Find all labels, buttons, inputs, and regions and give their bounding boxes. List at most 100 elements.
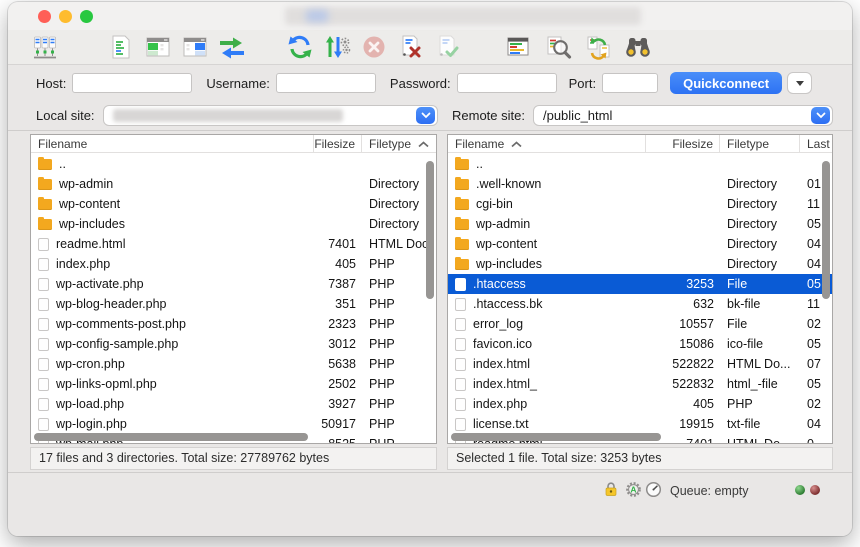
file-row[interactable]: wp-cron.php5638PHP — [31, 354, 436, 374]
folder-icon — [455, 259, 469, 270]
file-icon — [38, 378, 49, 391]
toggle-local-tree-button[interactable] — [141, 32, 175, 62]
file-row[interactable]: wp-adminDirectory — [31, 174, 436, 194]
filetype-text: Directory — [720, 257, 800, 271]
folder-icon — [455, 199, 469, 210]
file-row[interactable]: .htaccess.bk632bk-file11 — [448, 294, 832, 314]
window-title-icon-redacted — [306, 10, 328, 22]
file-row[interactable]: wp-contentDirectory04 — [448, 234, 832, 254]
column-header-filetype[interactable]: Filetype — [362, 135, 436, 152]
file-row[interactable]: index.html522822HTML Do...07 — [448, 354, 832, 374]
file-row[interactable]: index.html_522832html_-file05 — [448, 374, 832, 394]
filetype-text: PHP — [362, 317, 436, 331]
filesize-text: 19915 — [646, 417, 720, 431]
speed-gauge-icon[interactable] — [645, 481, 662, 503]
file-row[interactable]: index.php405PHP02 — [448, 394, 832, 414]
quickconnect-bar: Host: Username: Password: Port: Quickcon… — [8, 65, 852, 101]
file-row[interactable]: wp-activate.php7387PHP — [31, 274, 436, 294]
filesize-text: 351 — [314, 297, 362, 311]
file-icon — [38, 238, 49, 251]
username-label: Username: — [206, 76, 270, 91]
file-row[interactable]: wp-includesDirectory04 — [448, 254, 832, 274]
local-horizontal-scrollbar[interactable] — [34, 433, 308, 441]
zoom-button[interactable] — [80, 10, 93, 23]
quickconnect-dropdown-button[interactable] — [787, 72, 812, 94]
column-header-filename[interactable]: Filename — [31, 135, 314, 152]
column-header-filename[interactable]: Filename — [448, 135, 646, 152]
synchronized-browsing-button[interactable] — [581, 32, 615, 62]
file-row[interactable]: .htaccess3253File05 — [448, 274, 832, 294]
last-modified-text: 02 — [800, 397, 832, 411]
local-vertical-scrollbar[interactable] — [426, 161, 434, 299]
gear-auto-icon[interactable]: A — [625, 481, 642, 503]
activity-indicator-red — [810, 485, 820, 495]
remote-list-header: Filename Filesize Filetype Last modified — [448, 135, 832, 153]
reconnect-button[interactable] — [431, 32, 465, 62]
file-search-button[interactable] — [541, 32, 575, 62]
close-button[interactable] — [38, 10, 51, 23]
search-icon — [545, 34, 572, 61]
file-row[interactable]: wp-blog-header.php351PHP — [31, 294, 436, 314]
filter-icon — [505, 34, 531, 60]
site-manager-button[interactable] — [28, 32, 62, 62]
password-input[interactable] — [457, 73, 557, 93]
remote-vertical-scrollbar[interactable] — [822, 161, 830, 299]
file-row[interactable]: wp-links-opml.php2502PHP — [31, 374, 436, 394]
remote-tree-icon — [182, 34, 208, 60]
file-row[interactable]: wp-load.php3927PHP — [31, 394, 436, 414]
filetype-text: html_-file — [720, 377, 800, 391]
username-input[interactable] — [276, 73, 376, 93]
remote-site-combobox[interactable]: /public_html — [533, 105, 833, 126]
file-icon — [455, 278, 466, 291]
find-files-button[interactable] — [621, 32, 655, 62]
folder-icon — [38, 179, 52, 190]
remote-horizontal-scrollbar[interactable] — [451, 433, 661, 441]
process-queue-button[interactable] — [320, 32, 354, 62]
column-header-last-modified[interactable]: Last modified — [800, 135, 832, 152]
filename-text: wp-comments-post.php — [56, 317, 186, 331]
filename-text: license.txt — [473, 417, 529, 431]
filetype-text: HTML Doc — [362, 237, 436, 251]
file-row[interactable]: wp-comments-post.php2323PHP — [31, 314, 436, 334]
file-row[interactable]: wp-adminDirectory05 — [448, 214, 832, 234]
local-site-combobox[interactable] — [103, 105, 438, 126]
directory-comparison-button[interactable] — [215, 32, 249, 62]
disconnect-button[interactable] — [394, 32, 428, 62]
quickconnect-button[interactable]: Quickconnect — [670, 72, 782, 94]
file-row[interactable]: index.php405PHP — [31, 254, 436, 274]
column-header-filesize[interactable]: Filesize — [314, 135, 362, 152]
file-row[interactable]: error_log10557File02 — [448, 314, 832, 334]
file-row[interactable]: readme.html7401HTML Doc — [31, 234, 436, 254]
file-row[interactable]: wp-login.php50917PHP — [31, 414, 436, 434]
folder-icon — [38, 219, 52, 230]
minimize-button[interactable] — [59, 10, 72, 23]
file-row[interactable]: wp-includesDirectory — [31, 214, 436, 234]
chevron-down-icon[interactable] — [416, 107, 435, 124]
filetype-text: PHP — [362, 377, 436, 391]
lock-icon[interactable] — [603, 481, 619, 502]
file-row[interactable]: cgi-binDirectory11 — [448, 194, 832, 214]
refresh-button[interactable] — [283, 32, 317, 62]
file-row[interactable]: wp-contentDirectory — [31, 194, 436, 214]
column-header-filetype[interactable]: Filetype — [720, 135, 800, 152]
file-icon — [455, 318, 466, 331]
filename-text: index.html_ — [473, 377, 537, 391]
toggle-log-view-button[interactable] — [104, 32, 138, 62]
file-row[interactable]: .. — [448, 154, 832, 174]
filetype-text: ico-file — [720, 337, 800, 351]
file-row[interactable]: license.txt19915txt-file04 — [448, 414, 832, 434]
file-row[interactable]: .. — [31, 154, 436, 174]
file-row[interactable]: .well-knownDirectory01 — [448, 174, 832, 194]
port-input[interactable] — [602, 73, 658, 93]
filezilla-window: Host: Username: Password: Port: Quickcon… — [8, 2, 852, 536]
file-row[interactable]: favicon.ico15086ico-file05 — [448, 334, 832, 354]
queue-status-text: Queue: empty — [670, 484, 749, 498]
host-input[interactable] — [72, 73, 192, 93]
toggle-remote-tree-button[interactable] — [178, 32, 212, 62]
filename-text: index.php — [56, 257, 110, 271]
cancel-button[interactable] — [357, 32, 391, 62]
chevron-down-icon[interactable] — [811, 107, 830, 124]
directory-listing-filters-button[interactable] — [501, 32, 535, 62]
column-header-filesize[interactable]: Filesize — [646, 135, 720, 152]
file-row[interactable]: wp-config-sample.php3012PHP — [31, 334, 436, 354]
